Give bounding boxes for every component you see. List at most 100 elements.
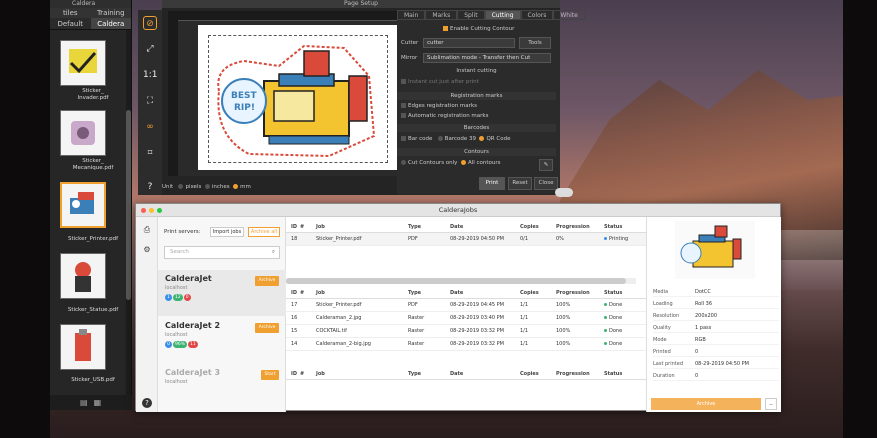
printer-archive-button[interactable]: Archive bbox=[255, 276, 279, 286]
barcode39-radio[interactable]: Barcode 39 bbox=[437, 136, 476, 142]
thumb-usb[interactable] bbox=[60, 324, 106, 370]
minimize-window-icon[interactable] bbox=[149, 208, 154, 213]
mirror-select[interactable]: Sublimation mode - Transfer then Cut bbox=[423, 53, 551, 63]
tab-caldera[interactable]: Caldera bbox=[90, 18, 131, 29]
table-row[interactable]: 16 Calderaman_2.jpg Raster 08-29-2019 03:40… bbox=[286, 312, 646, 325]
close-button[interactable]: Close bbox=[534, 177, 558, 190]
caldera-jobs-window: CalderaJobs ⎙ ⚙ ? Print servers: Import … bbox=[135, 203, 781, 412]
all-contours-radio[interactable]: All contours bbox=[460, 160, 501, 166]
crop-icon[interactable]: ⌗ bbox=[143, 146, 157, 160]
qrcode-radio[interactable]: QR Code bbox=[479, 136, 510, 142]
print-button[interactable]: Print bbox=[479, 177, 505, 190]
pen-icon[interactable]: ✎ bbox=[539, 159, 553, 171]
tools-button[interactable]: Tools bbox=[519, 37, 551, 49]
thumb-printer[interactable] bbox=[60, 182, 106, 228]
contour-options: Cut Contours only All contours bbox=[401, 160, 501, 166]
page-setup-title: Page Setup bbox=[162, 0, 560, 8]
printer-thumbnail-icon bbox=[70, 192, 94, 214]
tab-tiles[interactable]: tiles bbox=[50, 8, 91, 18]
enable-cutting-checkbox[interactable]: Enable Cutting Contour bbox=[443, 26, 514, 32]
help-icon[interactable]: ? bbox=[143, 180, 157, 194]
table-row[interactable]: 15 COCKTAIL.tif Raster 08-29-2019 03:32 PM 1… bbox=[286, 325, 646, 338]
printing-status-icon bbox=[604, 237, 607, 240]
table-row[interactable]: 17 Sticker_Printer.pdf PDF 08-29-2019 04:45… bbox=[286, 299, 646, 312]
search-input[interactable]: Search ⌕ bbox=[164, 246, 280, 259]
gear-icon[interactable]: ⚙ bbox=[142, 245, 152, 255]
progress-badge: 96% bbox=[173, 341, 188, 348]
thumb-label: Sticker_USB.pdf bbox=[71, 377, 115, 383]
printers-panel: Print servers: Import jobs Archive all S… bbox=[158, 217, 286, 412]
preview-canvas[interactable]: BEST RIP! bbox=[178, 21, 400, 176]
tab-split[interactable]: Split bbox=[457, 10, 485, 20]
actual-size-icon[interactable]: 1:1 bbox=[143, 68, 157, 82]
caldera-top-tabs: tiles Training bbox=[50, 8, 131, 18]
maximize-window-icon[interactable] bbox=[157, 208, 162, 213]
printer-card-calderajet[interactable]: CalderaJet localhost 1 12 0 Archive bbox=[158, 270, 286, 316]
list-icon[interactable]: ▤ bbox=[80, 398, 88, 407]
detail-mode: Mode RGB bbox=[653, 335, 779, 345]
thumb-invader[interactable] bbox=[60, 40, 106, 86]
tab-marks[interactable]: Marks bbox=[425, 10, 458, 20]
edges-reg-checkbox[interactable]: Edges registration marks bbox=[401, 103, 477, 109]
fullscreen-icon[interactable]: ⛶ bbox=[143, 94, 157, 108]
caldera-scrollbar[interactable] bbox=[126, 30, 131, 410]
printer-card-calderajet-3[interactable]: CalderaJet 3 localhost Start bbox=[158, 364, 286, 410]
printer-start-button[interactable]: Start bbox=[261, 370, 279, 380]
horizontal-ruler bbox=[178, 11, 400, 21]
fit-icon[interactable]: ⤢ bbox=[143, 42, 157, 56]
auto-reg-checkbox[interactable]: Automatic registration marks bbox=[401, 113, 488, 119]
thumb-statue[interactable] bbox=[60, 253, 106, 299]
table-row[interactable]: 14 Calderaman_2-big.jpg Raster 08-29-2019 0… bbox=[286, 338, 646, 351]
import-jobs-button[interactable]: Import jobs bbox=[210, 227, 244, 237]
tab-default[interactable]: Default bbox=[50, 18, 91, 29]
toggle-switch[interactable] bbox=[555, 188, 573, 197]
tab-cutting[interactable]: Cutting bbox=[484, 10, 521, 20]
svg-text:RIP!: RIP! bbox=[234, 103, 255, 113]
unit-inches-radio[interactable]: inches bbox=[204, 184, 230, 190]
invader-thumbnail-icon bbox=[69, 49, 97, 74]
unit-mm-radio[interactable]: mm bbox=[233, 184, 251, 190]
instant-cutting-header: Instant cutting bbox=[456, 68, 497, 74]
caldera-title: Caldera bbox=[50, 0, 131, 8]
close-window-icon[interactable] bbox=[141, 208, 146, 213]
printer-icon[interactable]: ⎙ bbox=[142, 225, 152, 235]
active-table-scrollbar[interactable] bbox=[286, 278, 636, 284]
vertical-ruler bbox=[168, 11, 178, 176]
caldera-logo-icon[interactable]: ⊘ bbox=[143, 16, 157, 30]
printer-sticker-preview-icon bbox=[680, 225, 742, 268]
jobs-left-toolbar: ⎙ ⚙ ? bbox=[136, 217, 158, 412]
barcodes-header: Barcodes bbox=[397, 124, 556, 132]
link-icon[interactable]: ∞ bbox=[143, 120, 157, 134]
details-more-icon[interactable]: − bbox=[765, 398, 777, 410]
tab-main[interactable]: Main bbox=[397, 10, 426, 20]
tab-training[interactable]: Training bbox=[91, 8, 132, 18]
details-archive-button[interactable]: Archive bbox=[651, 398, 761, 410]
instant-cut-checkbox[interactable]: Instant cut just after print bbox=[401, 79, 479, 85]
unit-pixels-radio[interactable]: pixels bbox=[178, 184, 201, 190]
enable-cutting-label: Enable Cutting Contour bbox=[450, 26, 515, 32]
grid-icon[interactable]: ▦ bbox=[94, 398, 102, 407]
tab-white[interactable]: White bbox=[553, 10, 585, 20]
pending-count-badge: 1 bbox=[165, 294, 172, 301]
instant-cut-label: Instant cut just after print bbox=[408, 79, 479, 85]
archive-all-button[interactable]: Archive all bbox=[248, 227, 280, 237]
done-status-icon bbox=[604, 303, 607, 306]
statue-thumbnail-icon bbox=[75, 262, 91, 292]
table-header: ID # Job Type Date Copies Progression Status bbox=[286, 221, 646, 233]
thumb-mecanique[interactable] bbox=[60, 110, 106, 156]
selection-marquee[interactable]: BEST RIP! bbox=[208, 35, 388, 163]
jobs-title: CalderaJobs bbox=[438, 206, 478, 214]
barcode-checkbox[interactable]: Bar code bbox=[401, 136, 432, 142]
reset-button[interactable]: Reset bbox=[508, 177, 532, 190]
tool-column: ⊘ ⤢ 1:1 ⛶ ∞ ⌗ ? bbox=[138, 10, 162, 195]
caldera-bottom-bar: ▤ ▦ bbox=[50, 395, 132, 410]
cut-contours-radio[interactable]: Cut Contours only bbox=[401, 160, 457, 166]
done-status-icon bbox=[604, 342, 607, 345]
tab-colors[interactable]: Colors bbox=[520, 10, 554, 20]
printer-archive-button[interactable]: Archive bbox=[255, 323, 279, 333]
cutter-select[interactable]: cutter bbox=[423, 38, 515, 48]
contours-header: Contours bbox=[397, 148, 556, 156]
printer-card-calderajet-2[interactable]: CalderaJet 2 localhost 0 96% 11 Archive bbox=[158, 317, 286, 363]
table-row[interactable]: 18 Sticker_Printer.pdf PDF 08-29-2019 04:50… bbox=[286, 233, 646, 246]
help-circle-icon[interactable]: ? bbox=[142, 398, 152, 408]
